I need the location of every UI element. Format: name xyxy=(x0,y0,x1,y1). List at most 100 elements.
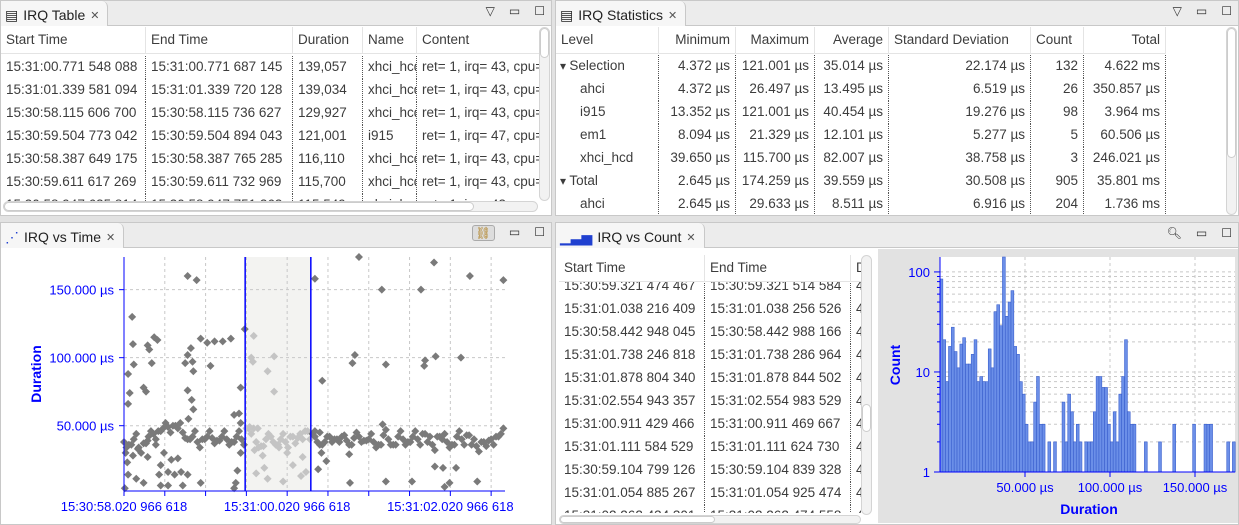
tree-row[interactable]: ahci 4.372 µs 26.497 µs 13.495 µs 6.519 µs 26… xyxy=(556,78,1166,101)
close-icon[interactable]: ✕ xyxy=(106,231,115,244)
irq-table[interactable]: 15:31:00.771 548 088 15:31:00.771 687 145… xyxy=(1,27,539,201)
table-row[interactable]: 15:31:00.911 429 466 15:31:00.911 469 667… xyxy=(559,413,861,436)
column-header-count[interactable]: Count xyxy=(1031,27,1084,53)
zoom-icon[interactable]: 🔍︎ xyxy=(1167,226,1182,240)
level-label: i915 xyxy=(580,104,606,119)
expand-arrow-icon[interactable]: ▾ xyxy=(560,174,569,188)
table-row[interactable]: 15:31:01.738 246 818 15:31:01.738 286 964… xyxy=(559,344,861,367)
minimize-icon[interactable]: ▭ xyxy=(1196,4,1207,18)
stat-cell: 35.801 ms xyxy=(1084,170,1166,193)
horizontal-scrollbar[interactable] xyxy=(3,201,538,212)
table-header: Start Time End Time Duration Name Content xyxy=(1,27,539,54)
table-cell: i915 xyxy=(363,125,417,148)
histogram-bar xyxy=(1127,411,1131,473)
column-header-name[interactable]: Name xyxy=(363,27,417,53)
tree-row[interactable]: em1 8.094 µs 21.329 µs 12.101 µs 5.277 µs 5 60… xyxy=(556,124,1166,147)
table-cell: xhci_hcd xyxy=(363,171,417,194)
stat-cell: 13.352 µs xyxy=(659,101,736,124)
tree-row[interactable]: ▾ Total 2.645 µs 174.259 µs 39.559 µs 30.508… xyxy=(556,170,1166,193)
horizontal-scrollbar[interactable] xyxy=(559,515,861,524)
table-row[interactable]: 15:31:00.771 548 088 15:31:00.771 687 145… xyxy=(1,56,539,79)
table-row[interactable]: 15:30:59.611 617 269 15:30:59.611 732 969… xyxy=(1,171,539,194)
column-header-end-time[interactable]: End Time xyxy=(705,255,851,281)
table-row[interactable]: 15:30:59.504 773 042 15:30:59.504 894 043… xyxy=(1,125,539,148)
histogram-bar xyxy=(1019,381,1023,473)
table-cell: 4 xyxy=(851,367,861,390)
x-tick-label: 50.000 µs xyxy=(996,480,1054,495)
maximize-icon[interactable]: ☐ xyxy=(534,4,545,18)
vertical-scrollbar[interactable] xyxy=(861,255,872,515)
close-icon[interactable]: ✕ xyxy=(668,9,677,22)
table-cell: 15:30:58.387 765 285 xyxy=(146,148,293,171)
data-point xyxy=(381,477,390,486)
table-cell: 15:31:00.911 469 667 xyxy=(705,413,851,436)
column-header-duration[interactable]: Duration xyxy=(851,255,861,281)
view-menu-icon[interactable]: ▽ xyxy=(1173,4,1182,18)
maximize-icon[interactable]: ☐ xyxy=(1221,4,1232,18)
table-cell: xhci_hcd xyxy=(363,79,417,102)
table-row[interactable]: 15:31:02.262 434 30115:31:02.262 474 558… xyxy=(559,505,861,513)
tab-irq-statistics[interactable]: ▤ IRQ Statistics ✕ xyxy=(556,1,687,26)
table-row[interactable]: 15:31:01.054 885 267 15:31:01.054 925 474… xyxy=(559,482,861,505)
minimize-icon[interactable]: ▭ xyxy=(509,225,520,241)
table-cell: 15:31:02.262 474 558 xyxy=(705,505,851,513)
table-row[interactable]: 15:30:58.947 635 81415:30:58.947 751 363… xyxy=(1,194,539,201)
vertical-scrollbar[interactable] xyxy=(539,27,550,201)
column-header-level[interactable]: Level xyxy=(556,27,659,53)
histogram-chart[interactable]: 1 10 100 50.000 µs 100.000 µs 150.000 µs Durat… xyxy=(878,249,1238,523)
table-cell: 15:31:00.771 687 145 xyxy=(146,56,293,79)
close-icon[interactable]: ✕ xyxy=(686,231,695,244)
maximize-icon[interactable]: ☐ xyxy=(1221,226,1232,240)
column-header-duration[interactable]: Duration xyxy=(293,27,363,53)
histogram-bar xyxy=(1004,316,1009,473)
table-row[interactable]: 15:31:02.554 943 357 15:31:02.554 983 529… xyxy=(559,390,861,413)
histogram-bar xyxy=(1073,441,1077,473)
table-header: Start TimeEnd TimeDuration xyxy=(559,255,861,282)
table-row[interactable]: 15:31:01.038 216 409 15:31:01.038 256 526… xyxy=(559,298,861,321)
tree-row[interactable]: ▾ Selection 4.372 µs 121.001 µs 35.014 µs 22… xyxy=(556,55,1166,78)
statistics-tree-table[interactable]: ▾ Selection 4.372 µs 121.001 µs 35.014 µs 22… xyxy=(556,27,1226,215)
column-header-start-time[interactable]: Start Time xyxy=(1,27,146,53)
table-row[interactable]: 15:30:58.442 948 045 15:30:58.442 988 166… xyxy=(559,321,861,344)
column-header-standard-deviation[interactable]: Standard Deviation xyxy=(889,27,1031,53)
data-point xyxy=(132,474,141,483)
data-point xyxy=(196,478,205,487)
column-header-end-time[interactable]: End Time xyxy=(146,27,293,53)
stat-cell: 98 xyxy=(1031,101,1084,124)
table-row[interactable]: 15:31:01.111 584 529 15:31:01.111 624 730… xyxy=(559,436,861,459)
irq-count-table[interactable]: 15:30:59.321 474 467 15:30:59.321 514 584… xyxy=(559,255,861,513)
column-header-minimum[interactable]: Minimum xyxy=(659,27,736,53)
data-point xyxy=(156,481,165,490)
histogram-bar xyxy=(973,339,978,473)
minimize-icon[interactable]: ▭ xyxy=(1196,226,1207,240)
column-header-maximum[interactable]: Maximum xyxy=(736,27,815,53)
column-header-content[interactable]: Content xyxy=(417,27,539,53)
tree-row[interactable]: i915 13.352 µs 121.001 µs 40.454 µs 19.276 µ… xyxy=(556,101,1166,124)
table-row[interactable]: 15:31:01.878 804 340 15:31:01.878 844 502… xyxy=(559,367,861,390)
tree-row[interactable]: xhci_hcd 39.650 µs 115.700 µs 82.007 µs 38.7… xyxy=(556,147,1166,170)
table-row[interactable]: 15:30:59.104 799 126 15:30:59.104 839 328… xyxy=(559,459,861,482)
histogram-bar xyxy=(982,381,986,473)
column-header-total[interactable]: Total xyxy=(1084,27,1166,53)
tab-irq-vs-count[interactable]: ▁▃▅ IRQ vs Count ✕ xyxy=(556,223,705,248)
maximize-icon[interactable]: ☐ xyxy=(534,225,545,241)
tab-irq-table[interactable]: ▤ IRQ Table ✕ xyxy=(1,1,109,26)
expand-arrow-icon[interactable]: ▾ xyxy=(560,59,569,73)
stat-cell: 12.101 µs xyxy=(815,124,889,147)
irq-vs-count-view: ▁▃▅ IRQ vs Count ✕ 🔍︎ ▭ ☐ 15:30:59.321 474 4… xyxy=(555,222,1239,525)
column-header-start-time[interactable]: Start Time xyxy=(559,255,705,281)
scatter-chart[interactable]: 50.000 µs 100.000 µs 150.000 µs 15:30:58.02… xyxy=(1,249,551,523)
table-row[interactable]: 15:30:58.387 649 175 15:30:58.387 765 285… xyxy=(1,148,539,171)
column-header-average[interactable]: Average xyxy=(815,27,889,53)
view-menu-icon[interactable]: ▽ xyxy=(486,4,495,18)
tab-irq-vs-time[interactable]: ⋰ IRQ vs Time ✕ xyxy=(1,223,125,248)
link-icon[interactable]: ⛓ xyxy=(471,225,495,241)
close-icon[interactable]: ✕ xyxy=(90,9,99,22)
minimize-icon[interactable]: ▭ xyxy=(509,4,520,18)
y-tick-label: 150.000 µs xyxy=(49,283,114,298)
table-row[interactable]: 15:30:58.115 606 700 15:30:58.115 736 627… xyxy=(1,102,539,125)
tree-row[interactable]: ahci 2.645 µs 29.633 µs 8.511 µs 6.916 µs 204… xyxy=(556,193,1166,215)
vertical-scrollbar[interactable] xyxy=(1226,27,1237,215)
table-row[interactable]: 15:31:01.339 581 094 15:31:01.339 720 128… xyxy=(1,79,539,102)
histogram-bar xyxy=(1144,441,1148,473)
